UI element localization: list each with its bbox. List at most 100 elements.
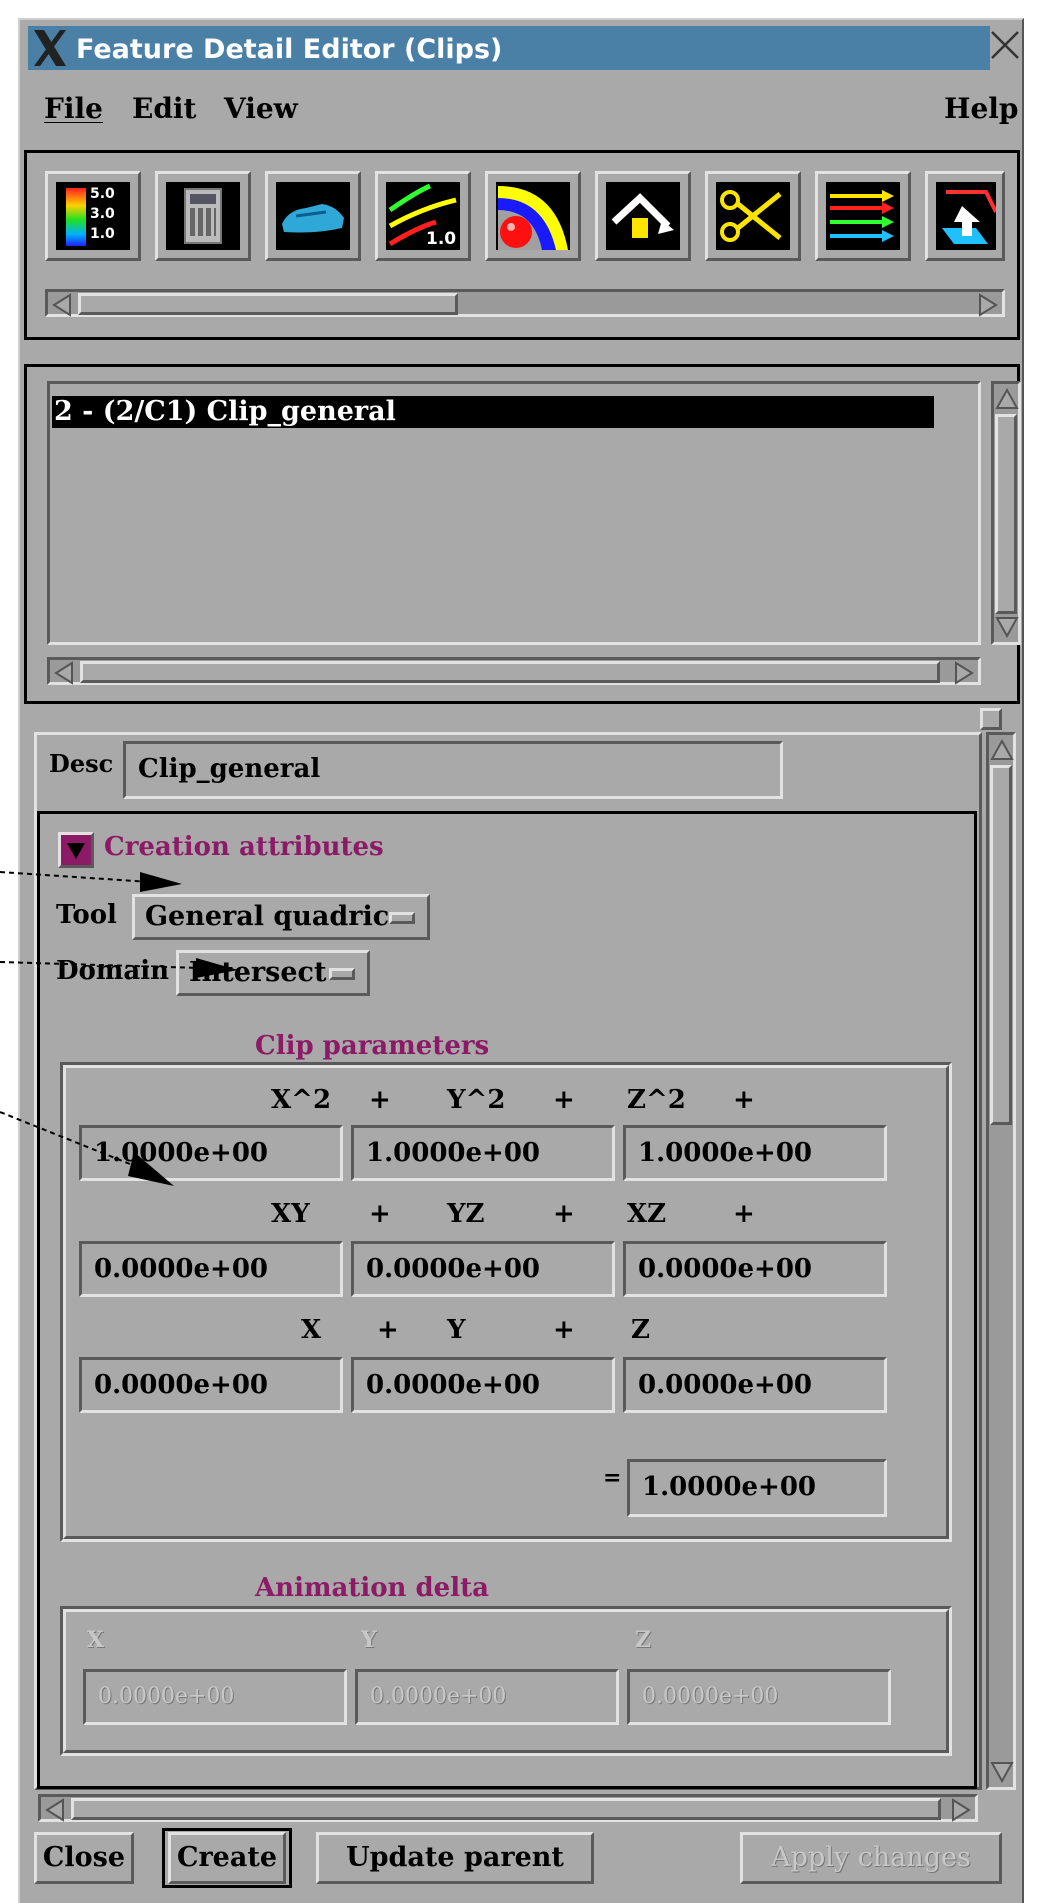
plus-label: + xyxy=(733,1199,755,1229)
window-title: Feature Detail Editor (Clips) xyxy=(76,34,503,65)
svg-text:1.0: 1.0 xyxy=(426,229,456,249)
callout-arrows xyxy=(0,871,238,1186)
create-default-frame: Create xyxy=(162,1828,292,1888)
calculator-icon xyxy=(166,182,240,250)
scroll-right-icon[interactable] xyxy=(974,292,1000,318)
coef-y2-field[interactable]: 1.0000e+00 xyxy=(351,1125,615,1181)
contour-button[interactable]: 1.0 xyxy=(375,171,471,261)
isosurface-button[interactable] xyxy=(485,171,581,261)
anim-y-field: 0.0000e+00 xyxy=(355,1669,619,1725)
plus-label: + xyxy=(553,1085,575,1115)
xz-label: XZ xyxy=(627,1199,667,1229)
anim-x-label: X xyxy=(87,1627,105,1653)
car-model-icon xyxy=(276,182,350,250)
list-hscroll-thumb[interactable] xyxy=(80,661,940,683)
x2-label: X^2 xyxy=(271,1085,332,1115)
apply-changes-button: Apply changes xyxy=(740,1832,1002,1884)
anim-x-field: 0.0000e+00 xyxy=(83,1669,347,1725)
scroll-down-icon[interactable] xyxy=(994,614,1020,640)
toolbar-scrollbar[interactable] xyxy=(45,289,1005,317)
pane-sash[interactable] xyxy=(980,708,1002,730)
z2-label: Z^2 xyxy=(627,1085,686,1115)
plus-label: + xyxy=(553,1199,575,1229)
arrow-head-icon xyxy=(128,1152,174,1186)
clip-button[interactable] xyxy=(705,171,801,261)
anim-z-label: Z xyxy=(635,1627,652,1653)
list-scroll-thumb[interactable] xyxy=(995,414,1017,614)
contour-line-icon: 1.0 xyxy=(386,182,460,250)
close-window-icon[interactable] xyxy=(988,28,1022,62)
scroll-down-icon[interactable] xyxy=(989,1759,1015,1785)
detail-hscroll-thumb[interactable] xyxy=(71,1798,941,1820)
color-legend-icon: 5.0 3.0 1.0 xyxy=(56,182,130,250)
scroll-left-icon[interactable] xyxy=(52,660,78,686)
part-list[interactable]: 2 - (2/C1) Clip_general xyxy=(47,381,981,645)
equals-label: = xyxy=(603,1465,622,1491)
coef-xy-field[interactable]: 0.0000e+00 xyxy=(79,1241,343,1297)
menu-file[interactable]: File xyxy=(44,92,103,125)
calculator-button[interactable] xyxy=(155,171,251,261)
plus-label: + xyxy=(733,1085,755,1115)
extrude-button[interactable] xyxy=(925,171,1005,261)
coef-yz-field[interactable]: 0.0000e+00 xyxy=(351,1241,615,1297)
part-list-vscrollbar[interactable] xyxy=(991,381,1021,645)
coef-y-field[interactable]: 0.0000e+00 xyxy=(351,1357,615,1413)
clip-parameters-title: Clip parameters xyxy=(255,1031,490,1061)
detail-scroll-thumb[interactable] xyxy=(990,765,1012,1125)
menu-bar: File Edit View Help xyxy=(24,82,1018,132)
rhs-field[interactable]: 1.0000e+00 xyxy=(627,1459,887,1517)
plus-label: + xyxy=(369,1199,391,1229)
arrow-head-icon xyxy=(196,958,238,978)
elevate-button[interactable] xyxy=(595,171,691,261)
isosurface-icon xyxy=(496,182,570,250)
menu-edit[interactable]: Edit xyxy=(132,92,197,125)
model-part-button[interactable] xyxy=(265,171,361,261)
coef-xz-field[interactable]: 0.0000e+00 xyxy=(623,1241,887,1297)
plus-label: + xyxy=(553,1315,575,1345)
option-indicator-icon xyxy=(329,968,355,980)
coef-z2-field[interactable]: 1.0000e+00 xyxy=(623,1125,887,1181)
x-window-icon[interactable] xyxy=(30,28,70,68)
menu-view[interactable]: View xyxy=(224,92,298,125)
close-button[interactable]: Close xyxy=(34,1832,134,1884)
coef-z-field[interactable]: 0.0000e+00 xyxy=(623,1357,887,1413)
create-button[interactable]: Create xyxy=(168,1832,286,1884)
plus-label: + xyxy=(377,1315,399,1345)
vector-arrows-button[interactable] xyxy=(815,171,911,261)
scroll-left-icon[interactable] xyxy=(43,1797,69,1823)
detail-vscrollbar[interactable] xyxy=(986,732,1016,1790)
y2-label: Y^2 xyxy=(447,1085,506,1115)
plus-label: + xyxy=(369,1085,391,1115)
part-list-frame: 2 - (2/C1) Clip_general xyxy=(24,364,1021,704)
coef-x-field[interactable]: 0.0000e+00 xyxy=(79,1357,343,1413)
extrude-icon xyxy=(936,182,998,250)
animation-delta-title: Animation delta xyxy=(255,1573,489,1603)
x-label: X xyxy=(301,1315,322,1345)
toolbar-scroll-thumb[interactable] xyxy=(78,293,458,315)
part-list-hscrollbar[interactable] xyxy=(47,657,981,685)
vector-arrows-icon xyxy=(826,182,900,250)
anim-y-label: Y xyxy=(361,1627,377,1653)
menu-help[interactable]: Help xyxy=(944,92,1018,125)
anim-z-field: 0.0000e+00 xyxy=(627,1669,891,1725)
xy-label: XY xyxy=(271,1199,310,1229)
scroll-right-icon[interactable] xyxy=(950,660,976,686)
update-parent-button[interactable]: Update parent xyxy=(316,1832,594,1884)
scroll-left-icon[interactable] xyxy=(50,292,76,318)
clip-scissors-icon xyxy=(716,182,790,250)
detail-hscrollbar[interactable] xyxy=(38,1794,978,1822)
scroll-up-icon[interactable] xyxy=(989,737,1015,763)
option-indicator-icon xyxy=(389,912,415,924)
scroll-right-icon[interactable] xyxy=(947,1797,973,1823)
feature-toolbar: 5.0 3.0 1.0 1.0 xyxy=(24,150,1020,340)
animation-delta-group: Animation delta X Y Z 0.0000e+00 0.0000e… xyxy=(60,1573,952,1756)
color-legend-button[interactable]: 5.0 3.0 1.0 xyxy=(45,171,141,261)
desc-field[interactable]: Clip_general xyxy=(123,741,783,799)
scroll-up-icon[interactable] xyxy=(994,386,1020,412)
list-item[interactable]: 2 - (2/C1) Clip_general xyxy=(52,396,934,428)
arrow-head-icon xyxy=(140,872,182,892)
y-label: Y xyxy=(447,1315,466,1345)
title-bar[interactable]: Feature Detail Editor (Clips) xyxy=(28,26,990,70)
desc-label: Desc xyxy=(49,749,114,778)
elevate-icon xyxy=(606,182,680,250)
